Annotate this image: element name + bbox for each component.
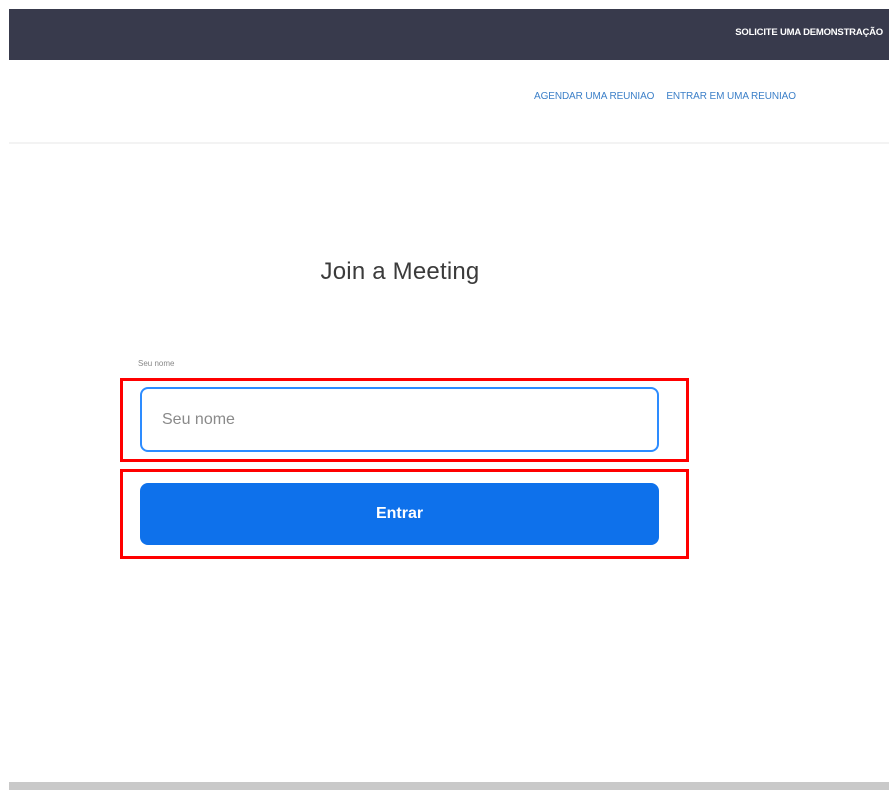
nav-bar: AGENDAR UMA REUNIÃO ENTRAR EM UMA REUNIÃO — [9, 60, 889, 144]
top-bar: SOLICITE UMA DEMONSTRAÇÃO — [9, 9, 889, 60]
request-demo-link[interactable]: SOLICITE UMA DEMONSTRAÇÃO — [735, 27, 883, 38]
nav-link-schedule-meeting[interactable]: AGENDAR UMA REUNIÃO — [534, 91, 654, 102]
name-input[interactable] — [140, 387, 659, 452]
page-title: Join a Meeting — [320, 258, 480, 285]
nav-link-join-meeting[interactable]: ENTRAR EM UMA REUNIÃO — [666, 91, 796, 102]
join-button[interactable]: Entrar — [140, 483, 659, 545]
footer-bar — [9, 782, 889, 790]
nav-links: AGENDAR UMA REUNIÃO ENTRAR EM UMA REUNIÃO — [534, 91, 889, 109]
page: SOLICITE UMA DEMONSTRAÇÃO AGENDAR UMA RE… — [0, 0, 889, 790]
name-field-label: Seu nome — [138, 359, 175, 368]
